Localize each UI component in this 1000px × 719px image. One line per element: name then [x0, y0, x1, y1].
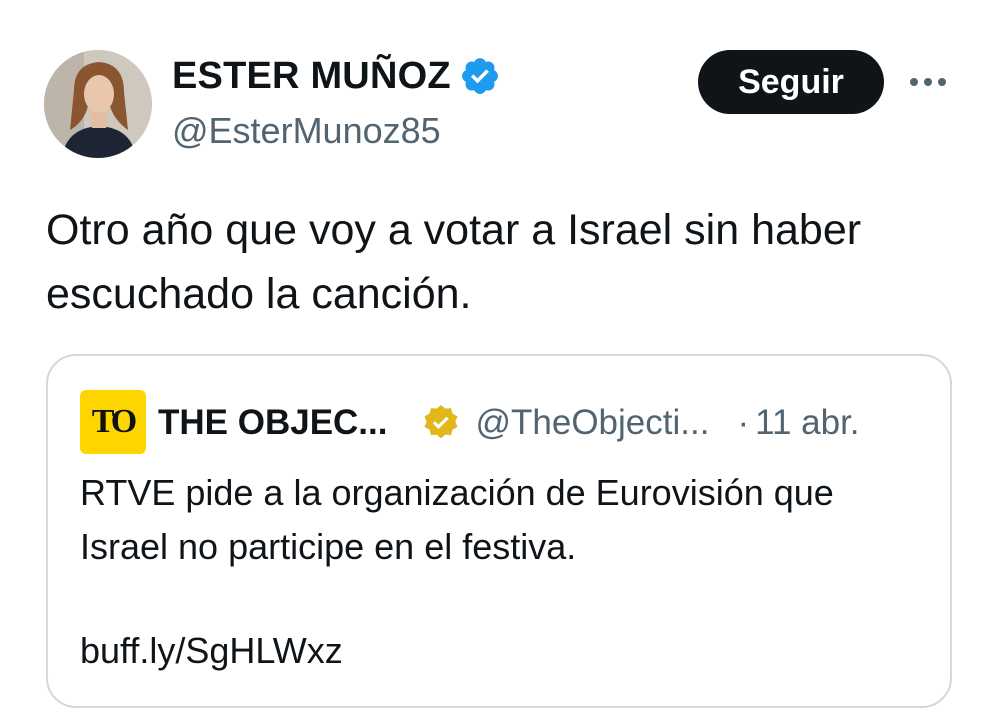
dot — [924, 78, 932, 86]
gold-verified-badge-icon — [424, 405, 458, 439]
quoted-author-handle: @TheObjecti... — [475, 403, 710, 442]
more-options-icon[interactable] — [900, 62, 956, 102]
quoted-author-name: THE OBJEC... — [158, 403, 388, 442]
dot — [910, 78, 918, 86]
author-display-name[interactable]: ESTER MUÑOZ — [172, 55, 451, 98]
author-handle[interactable]: @EsterMunoz85 — [172, 110, 441, 152]
quoted-author-avatar: TO — [80, 390, 146, 454]
dot — [938, 78, 946, 86]
follow-button[interactable]: Seguir — [698, 50, 884, 114]
author-avatar[interactable] — [44, 50, 152, 158]
avatar-photo — [44, 50, 152, 158]
quoted-tweet-header: THE OBJEC... @TheObjecti... · 11 abr. — [158, 398, 860, 448]
tweet-text: Otro año que voy a votar a Israel sin ha… — [46, 206, 862, 318]
quoted-tweet-date[interactable]: 11 abr. — [755, 403, 859, 443]
date-separator: · — [737, 403, 750, 442]
quoted-tweet-text: RTVE pide a la organización de Eurovisió… — [80, 472, 834, 567]
author-name-row[interactable]: ESTER MUÑOZ — [172, 54, 501, 98]
quoted-tweet-card[interactable]: TO THE OBJEC... @TheObjecti... · 11 abr.… — [46, 354, 952, 708]
verified-badge-icon — [461, 58, 498, 94]
quoted-tweet-link[interactable]: buff.ly/SgHLWxz — [80, 624, 343, 678]
